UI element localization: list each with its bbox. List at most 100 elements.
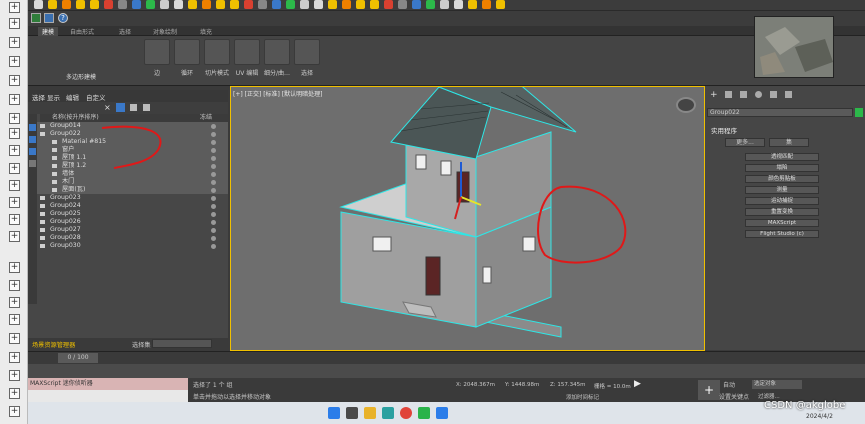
expand-icon[interactable]: + [9,370,20,381]
toolbar-icon[interactable] [454,0,463,9]
toolbar-icon[interactable] [90,0,99,9]
wechat-icon[interactable] [418,407,430,419]
utility-button[interactable]: 运动捕捉 [745,197,819,205]
time-slider[interactable]: 0 / 100 [28,351,865,364]
subdivide-icon[interactable] [264,39,290,65]
perspective-viewport[interactable]: [+] [正交] [标准] [默认明暗处理] [230,86,705,351]
expand-icon[interactable]: + [9,231,20,242]
coord-z[interactable]: Z: 157.345m [550,382,585,388]
toolbar-icon[interactable] [160,0,169,9]
freeze-icon[interactable] [211,179,216,185]
frame-indicator[interactable]: 0 / 100 [58,353,98,363]
freeze-icon[interactable] [211,243,216,249]
visibility-eye-icon[interactable] [40,196,45,200]
toolbar-icon[interactable] [132,0,141,9]
polygon-modeling-label[interactable]: 多边形建模 [66,72,96,81]
freeze-icon[interactable] [211,203,216,209]
visibility-eye-icon[interactable] [52,148,57,152]
toolbar-icon[interactable] [146,0,155,9]
selection-set-dropdown[interactable] [152,339,212,348]
tab-freeform[interactable]: 自由形式 [70,27,94,36]
filter-icon[interactable] [116,103,125,112]
close-icon[interactable]: × [104,103,111,112]
outliner-row[interactable]: Group025 [28,210,228,218]
toolbar-icon[interactable] [258,0,267,9]
visibility-eye-icon[interactable] [52,180,57,184]
tab-object-paint[interactable]: 对象绘制 [153,27,177,36]
visibility-eye-icon[interactable] [52,188,57,192]
toolbar-icon[interactable] [328,0,337,9]
key-filter-dropdown[interactable]: 选定对象 [752,380,802,389]
expand-icon[interactable]: + [9,297,20,308]
outliner-row[interactable]: 木门 [28,178,228,186]
motion-icon[interactable] [755,91,762,98]
visibility-eye-icon[interactable] [40,220,45,224]
sets-button[interactable]: 集 [769,138,809,147]
toolbar-icon[interactable] [356,0,365,9]
header-frozen[interactable]: 冻结 [200,114,212,122]
outliner-row[interactable]: Group026 [28,218,228,226]
display-icon[interactable] [770,91,777,98]
expand-icon[interactable]: + [9,94,20,105]
menu-edit[interactable]: 编辑 [66,92,79,102]
set-key-icon[interactable]: + [698,380,720,400]
toolbar-icon[interactable] [468,0,477,9]
toolbar-icon[interactable] [342,0,351,9]
expand-icon[interactable]: + [9,314,20,325]
visibility-eye-icon[interactable] [52,172,57,176]
visibility-eye-icon[interactable] [40,228,45,232]
app-icon[interactable] [436,407,448,419]
toolbar-icon[interactable] [62,0,71,9]
search-icon[interactable] [346,407,358,419]
freeze-icon[interactable] [211,227,216,233]
window-icon[interactable] [44,13,54,23]
more-button[interactable]: 更多... [725,138,765,147]
expand-icon[interactable]: + [9,180,20,191]
toolbar-icon[interactable] [244,0,253,9]
toolbar-icon[interactable] [440,0,449,9]
graphite-icon[interactable] [31,13,41,23]
expand-icon[interactable]: + [9,56,20,67]
chrome-icon[interactable] [400,407,412,419]
utility-button[interactable]: MAXScript [745,219,819,227]
outliner-row[interactable]: 屋面(瓦) [28,186,228,194]
visibility-eye-icon[interactable] [40,244,45,248]
toolbar-icon[interactable] [76,0,85,9]
visibility-eye-icon[interactable] [52,140,57,144]
toolbar-icon[interactable] [398,0,407,9]
outliner-row[interactable]: Group023 [28,194,228,202]
visibility-eye-icon[interactable] [40,124,45,128]
expand-icon[interactable]: + [9,388,20,399]
expand-icon[interactable]: + [9,197,20,208]
toolbar-icon[interactable] [34,0,43,9]
toolbar-icon[interactable] [230,0,239,9]
auto-key-button[interactable]: 自动 [723,380,735,389]
freeze-icon[interactable] [211,195,216,201]
lock-icon[interactable] [130,104,137,111]
freeze-icon[interactable] [211,219,216,225]
toolbar-icon[interactable] [384,0,393,9]
freeze-icon[interactable] [211,131,216,137]
utility-button[interactable]: 重置变换 [745,208,819,216]
toolbar-icon[interactable] [174,0,183,9]
visibility-eye-icon[interactable] [52,164,57,168]
toolbar-icon[interactable] [286,0,295,9]
toolbar-icon[interactable] [496,0,505,9]
tab-modeling[interactable]: 建模 [38,27,59,36]
outliner-row[interactable]: Group028 [28,234,228,242]
toolbar-icon[interactable] [370,0,379,9]
utility-button[interactable]: 塌陷 [745,164,819,172]
uv-edit-icon[interactable] [234,39,260,65]
expand-icon[interactable]: + [9,37,20,48]
freeze-icon[interactable] [211,139,216,145]
toolbar-icon[interactable] [118,0,127,9]
object-name-field[interactable]: Group022 [707,108,853,117]
visibility-eye-icon[interactable] [40,236,45,240]
utility-button[interactable]: 透视匹配 [745,153,819,161]
hierarchy-tab-icon[interactable] [740,91,747,98]
tab-selection[interactable]: 选择 [119,27,131,36]
freeze-icon[interactable] [211,211,216,217]
toolbar-icon[interactable] [314,0,323,9]
toolbar-icon[interactable] [216,0,225,9]
display-lights-icon[interactable] [29,148,36,155]
